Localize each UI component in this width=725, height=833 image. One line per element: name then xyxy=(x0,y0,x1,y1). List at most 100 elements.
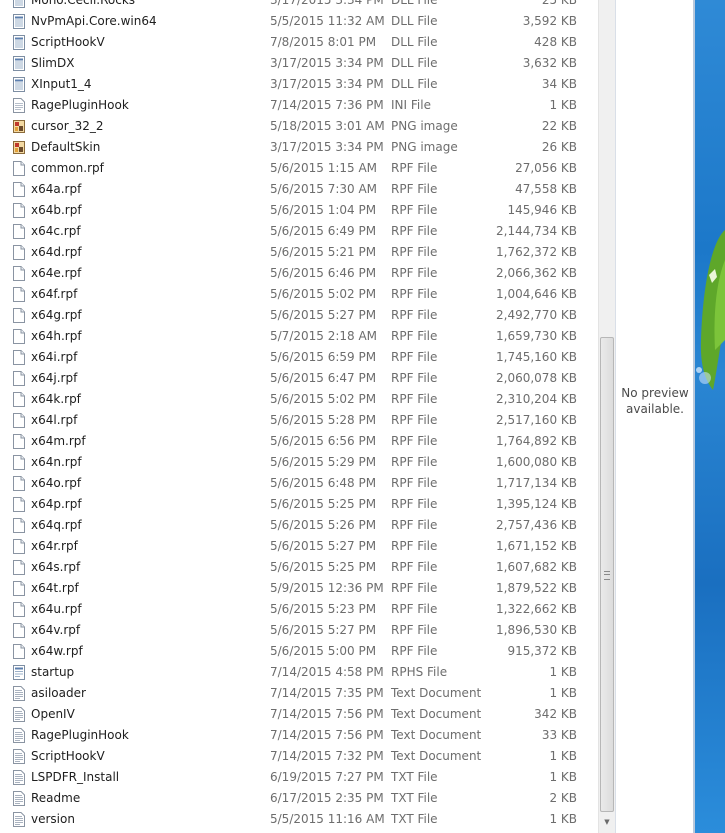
blank-file-icon xyxy=(13,434,25,449)
file-name: RagePluginHook xyxy=(31,728,129,742)
file-name: x64v.rpf xyxy=(31,623,81,637)
file-date-modified: 5/6/2015 5:23 PM xyxy=(270,602,377,616)
file-type: Text Document xyxy=(391,728,482,742)
blank-file-icon xyxy=(13,266,25,281)
file-row[interactable]: x64j.rpf 5/6/2015 6:47 PM RPF File 2,060,07… xyxy=(0,368,598,389)
file-row[interactable]: x64i.rpf 5/6/2015 6:59 PM RPF File 1,745,16… xyxy=(0,347,598,368)
file-type: RPF File xyxy=(391,224,438,238)
file-row[interactable]: XInput1_4 3/17/2015 3:34 PM DLL File 34 KB xyxy=(0,74,598,95)
ini-file-icon xyxy=(13,98,25,113)
file-row[interactable]: x64n.rpf 5/6/2015 5:29 PM RPF File 1,600,08… xyxy=(0,452,598,473)
file-row[interactable]: x64o.rpf 5/6/2015 6:48 PM RPF File 1,717,13… xyxy=(0,473,598,494)
file-type: DLL File xyxy=(391,77,438,91)
file-row[interactable]: startup 7/14/2015 4:58 PM RPHS File 1 KB xyxy=(0,662,598,683)
file-row[interactable]: SlimDX 3/17/2015 3:34 PM DLL File 3,632 KB xyxy=(0,53,598,74)
file-date-modified: 5/6/2015 5:21 PM xyxy=(270,245,377,259)
file-row[interactable]: OpenIV 7/14/2015 7:56 PM Text Document 342 … xyxy=(0,704,598,725)
file-name: x64i.rpf xyxy=(31,350,78,364)
file-date-modified: 5/6/2015 7:30 AM xyxy=(270,182,378,196)
file-row[interactable]: x64r.rpf 5/6/2015 5:27 PM RPF File 1,671,15… xyxy=(0,536,598,557)
file-date-modified: 5/6/2015 6:56 PM xyxy=(270,434,377,448)
file-row[interactable]: x64c.rpf 5/6/2015 6:49 PM RPF File 2,144,73… xyxy=(0,221,598,242)
file-name: common.rpf xyxy=(31,161,104,175)
file-name: x64e.rpf xyxy=(31,266,82,280)
file-size: 25 KB xyxy=(541,0,577,7)
dll-icon xyxy=(13,35,25,50)
file-size: 1 KB xyxy=(549,98,577,112)
file-row[interactable]: RagePluginHook 7/14/2015 7:56 PM Text Docu… xyxy=(0,725,598,746)
file-row[interactable]: cursor_32_2 5/18/2015 3:01 AM PNG image 22 … xyxy=(0,116,598,137)
file-size: 1,004,646 KB xyxy=(496,287,577,301)
file-type: PNG image xyxy=(391,140,458,154)
file-row[interactable]: Mono.Cecil.Rocks 3/17/2015 3:34 PM DLL Fil… xyxy=(0,0,598,11)
file-date-modified: 5/6/2015 6:48 PM xyxy=(270,476,377,490)
file-size: 3,632 KB xyxy=(522,56,577,70)
file-type: RPF File xyxy=(391,581,438,595)
file-row[interactable]: asiloader 7/14/2015 7:35 PM Text Document 1… xyxy=(0,683,598,704)
file-row[interactable]: x64g.rpf 5/6/2015 5:27 PM RPF File 2,492,77… xyxy=(0,305,598,326)
file-row[interactable]: x64v.rpf 5/6/2015 5:27 PM RPF File 1,896,53… xyxy=(0,620,598,641)
file-name: x64h.rpf xyxy=(31,329,82,343)
file-row[interactable]: x64d.rpf 5/6/2015 5:21 PM RPF File 1,762,37… xyxy=(0,242,598,263)
file-row[interactable]: x64m.rpf 5/6/2015 6:56 PM RPF File 1,764,89… xyxy=(0,431,598,452)
file-row[interactable]: x64b.rpf 5/6/2015 1:04 PM RPF File 145,946 … xyxy=(0,200,598,221)
file-row[interactable]: x64h.rpf 5/7/2015 2:18 AM RPF File 1,659,73… xyxy=(0,326,598,347)
preview-message-line2: available. xyxy=(626,402,684,416)
file-size: 1,671,152 KB xyxy=(496,539,577,553)
file-name: x64g.rpf xyxy=(31,308,82,322)
file-size: 1,322,662 KB xyxy=(496,602,577,616)
file-row[interactable]: x64l.rpf 5/6/2015 5:28 PM RPF File 2,517,16… xyxy=(0,410,598,431)
file-row[interactable]: x64p.rpf 5/6/2015 5:25 PM RPF File 1,395,12… xyxy=(0,494,598,515)
file-size: 1,659,730 KB xyxy=(496,329,577,343)
file-row[interactable]: ScriptHookV 7/8/2015 8:01 PM DLL File 428 K… xyxy=(0,32,598,53)
blank-file-icon xyxy=(13,287,25,302)
file-row[interactable]: x64f.rpf 5/6/2015 5:02 PM RPF File 1,004,64… xyxy=(0,284,598,305)
file-size: 1,395,124 KB xyxy=(496,497,577,511)
scrollbar-thumb[interactable] xyxy=(600,337,614,812)
file-date-modified: 6/19/2015 7:27 PM xyxy=(270,770,384,784)
file-row[interactable]: x64e.rpf 5/6/2015 6:46 PM RPF File 2,066,36… xyxy=(0,263,598,284)
file-date-modified: 5/6/2015 5:25 PM xyxy=(270,560,377,574)
file-row[interactable]: version 5/5/2015 11:16 AM TXT File 1 KB xyxy=(0,809,598,830)
file-date-modified: 5/6/2015 5:02 PM xyxy=(270,287,377,301)
file-row[interactable]: x64k.rpf 5/6/2015 5:02 PM RPF File 2,310,20… xyxy=(0,389,598,410)
file-row[interactable]: ScriptHookV 7/14/2015 7:32 PM Text Documen… xyxy=(0,746,598,767)
file-date-modified: 5/6/2015 5:26 PM xyxy=(270,518,377,532)
file-name: x64b.rpf xyxy=(31,203,82,217)
file-name: x64j.rpf xyxy=(31,371,78,385)
file-type: RPF File xyxy=(391,392,438,406)
file-row[interactable]: x64q.rpf 5/6/2015 5:26 PM RPF File 2,757,43… xyxy=(0,515,598,536)
blank-file-icon xyxy=(13,644,25,659)
file-size: 26 KB xyxy=(541,140,577,154)
file-date-modified: 5/6/2015 5:27 PM xyxy=(270,308,377,322)
file-row[interactable]: x64t.rpf 5/9/2015 12:36 PM RPF File 1,879,5… xyxy=(0,578,598,599)
file-type: DLL File xyxy=(391,56,438,70)
file-size: 22 KB xyxy=(541,119,577,133)
scroll-down-arrow-icon[interactable]: ▼ xyxy=(600,814,614,831)
file-date-modified: 3/17/2015 3:34 PM xyxy=(270,140,384,154)
file-row[interactable]: LSPDFR_Install 6/19/2015 7:27 PM TXT File 1… xyxy=(0,767,598,788)
file-row[interactable]: Readme 6/17/2015 2:35 PM TXT File 2 KB xyxy=(0,788,598,809)
file-row[interactable]: DefaultSkin 3/17/2015 3:34 PM PNG image 26 … xyxy=(0,137,598,158)
file-row[interactable]: x64u.rpf 5/6/2015 5:23 PM RPF File 1,322,66… xyxy=(0,599,598,620)
file-row[interactable]: NvPmApi.Core.win64 5/5/2015 11:32 AM DLL F… xyxy=(0,11,598,32)
file-type: DLL File xyxy=(391,0,438,7)
file-list[interactable]: Mono.Cecil.Rocks 3/17/2015 3:34 PM DLL Fil… xyxy=(0,0,598,833)
file-size: 2 KB xyxy=(549,791,577,805)
text-document-icon xyxy=(13,812,25,827)
file-row[interactable]: x64a.rpf 5/6/2015 7:30 AM RPF File 47,558 K… xyxy=(0,179,598,200)
file-name: XInput1_4 xyxy=(31,77,92,91)
text-document-icon xyxy=(13,686,25,701)
file-row[interactable]: x64w.rpf 5/6/2015 5:00 PM RPF File 915,372 … xyxy=(0,641,598,662)
file-row[interactable]: RagePluginHook 7/14/2015 7:36 PM INI File 1… xyxy=(0,95,598,116)
file-type: RPF File xyxy=(391,266,438,280)
file-row[interactable]: common.rpf 5/6/2015 1:15 AM RPF File 27,056… xyxy=(0,158,598,179)
file-date-modified: 7/14/2015 7:32 PM xyxy=(270,749,384,763)
file-type: RPF File xyxy=(391,644,438,658)
desktop-background xyxy=(695,0,725,833)
vertical-scrollbar[interactable]: ▼ xyxy=(598,0,615,833)
file-row[interactable]: x64s.rpf 5/6/2015 5:25 PM RPF File 1,607,68… xyxy=(0,557,598,578)
file-date-modified: 5/7/2015 2:18 AM xyxy=(270,329,378,343)
file-type: RPF File xyxy=(391,413,438,427)
file-type: Text Document xyxy=(391,686,482,700)
